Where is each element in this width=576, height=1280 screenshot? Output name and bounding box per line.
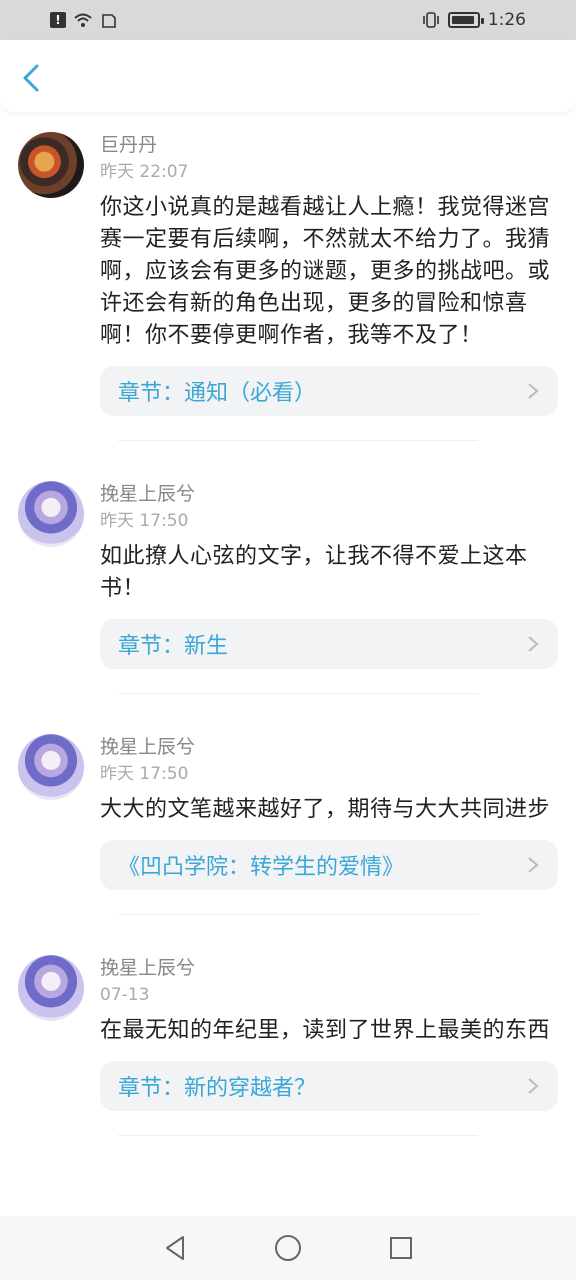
avatar[interactable] (18, 481, 84, 547)
status-left: ! (50, 12, 118, 28)
comment-username[interactable]: 挽星上辰兮 (100, 734, 558, 760)
divider (118, 440, 478, 441)
comment-item: 挽星上辰兮 07-13 在最无知的年纪里，读到了世界上最美的东西 章节：新的穿越… (0, 935, 576, 1156)
sim-icon (102, 14, 116, 28)
comment-username[interactable]: 挽星上辰兮 (100, 481, 558, 507)
top-bar (0, 40, 576, 112)
comment-text: 在最无知的年纪里，读到了世界上最美的东西 (100, 1018, 551, 1043)
chapter-link[interactable]: 《凹凸学院：转学生的爱情》 (100, 840, 558, 890)
avatar[interactable] (18, 955, 84, 1021)
comment-time: 昨天 17:50 (100, 764, 189, 784)
comment-time: 07-13 (100, 985, 150, 1005)
divider (118, 693, 478, 694)
nav-recents-button[interactable] (384, 1231, 418, 1265)
chevron-left-icon[interactable] (20, 64, 42, 92)
chapter-label: 《凹凸学院：转学生的爱情》 (118, 855, 405, 880)
chapter-link[interactable]: 章节：新生 (100, 619, 558, 669)
nav-back-button[interactable] (158, 1231, 192, 1265)
home-circle-icon (274, 1235, 301, 1261)
chevron-right-icon (528, 636, 539, 652)
system-nav-bar (0, 1216, 576, 1280)
comment-username[interactable]: 巨丹丹 (100, 132, 558, 158)
alert-icon: ! (50, 12, 66, 28)
chapter-link[interactable]: 章节：通知（必看） (100, 366, 558, 416)
battery-icon (447, 12, 484, 28)
comment-item: 挽星上辰兮 昨天 17:50 如此撩人心弦的文字，让我不得不爱上这本书！ 章节：… (0, 461, 576, 714)
comment-item: 挽星上辰兮 昨天 17:50 大大的文笔越来越好了，期待与大大共同进步 《凹凸学… (0, 714, 576, 935)
vibrate-icon (423, 12, 439, 28)
avatar[interactable] (18, 132, 84, 198)
wifi-icon (74, 13, 92, 27)
chevron-right-icon (528, 383, 539, 399)
divider (118, 914, 478, 915)
comment-item: 巨丹丹 昨天 22:07 你这小说真的是越看越让人上瘾！我觉得迷宫赛一定要有后续… (0, 112, 576, 461)
comment-username[interactable]: 挽星上辰兮 (100, 955, 558, 981)
comment-text: 你这小说真的是越看越让人上瘾！我觉得迷宫赛一定要有后续啊，不然就太不给力了。我猜… (100, 195, 551, 348)
status-bar: ! 1:26 (0, 0, 576, 40)
status-right: 1:26 (422, 10, 526, 30)
divider (118, 1135, 478, 1136)
comment-time: 昨天 17:50 (100, 511, 189, 531)
comment-feed[interactable]: 巨丹丹 昨天 22:07 你这小说真的是越看越让人上瘾！我觉得迷宫赛一定要有后续… (0, 112, 576, 1216)
chapter-label: 章节：新的穿越者？ (118, 1076, 317, 1101)
chapter-link[interactable]: 章节：新的穿越者？ (100, 1061, 558, 1111)
battery-level (451, 16, 475, 24)
status-time: 1:26 (487, 10, 526, 30)
avatar[interactable] (18, 734, 84, 800)
recents-square-icon (390, 1237, 413, 1259)
chevron-right-icon (528, 1078, 539, 1094)
nav-home-button[interactable] (271, 1231, 305, 1265)
back-triangle-icon (165, 1236, 184, 1260)
comment-text: 大大的文笔越来越好了，期待与大大共同进步 (100, 797, 551, 822)
chapter-label: 章节：新生 (118, 634, 229, 659)
comment-text: 如此撩人心弦的文字，让我不得不爱上这本书！ (100, 544, 528, 601)
comment-time: 昨天 22:07 (100, 162, 189, 182)
chevron-right-icon (528, 857, 539, 873)
chapter-label: 章节：通知（必看） (118, 381, 317, 406)
